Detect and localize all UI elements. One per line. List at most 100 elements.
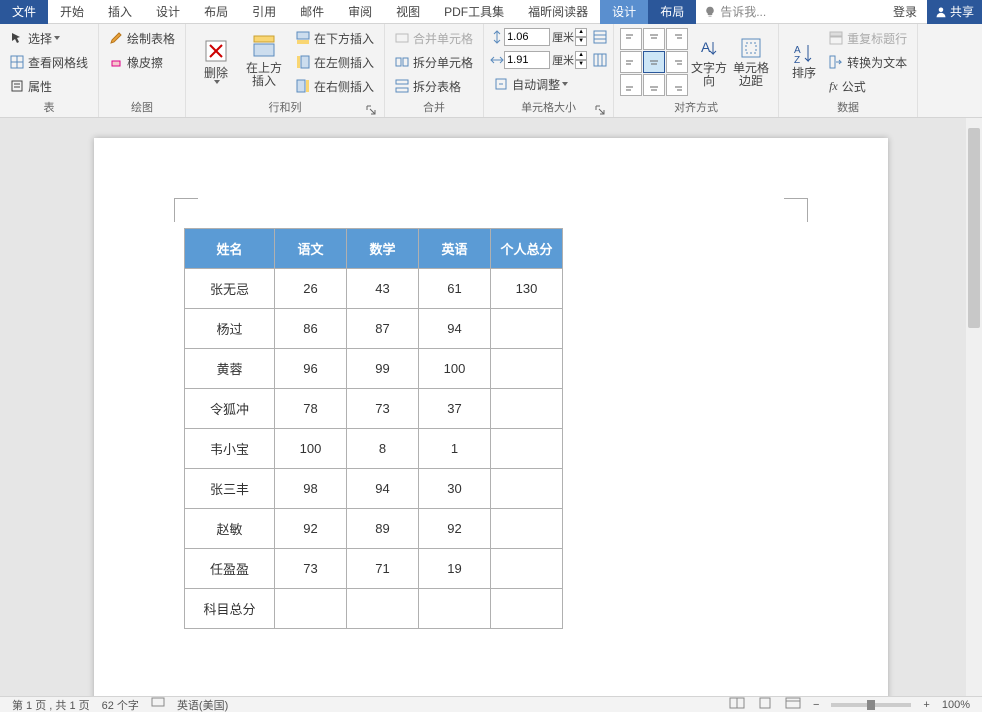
- zoom-out[interactable]: −: [807, 699, 825, 711]
- table-header[interactable]: 姓名: [185, 229, 275, 269]
- row-name[interactable]: 杨过: [185, 309, 275, 349]
- table-cell[interactable]: [491, 429, 563, 469]
- align-mr[interactable]: [666, 51, 688, 73]
- formula-button[interactable]: fx公式: [825, 75, 911, 97]
- insert-left-button[interactable]: 在左侧插入: [292, 51, 378, 73]
- table-cell[interactable]: 86: [275, 309, 347, 349]
- status-language[interactable]: 英语(美国): [171, 697, 234, 713]
- table-cell[interactable]: 94: [347, 469, 419, 509]
- table-row[interactable]: 张三丰989430: [185, 469, 563, 509]
- row-name[interactable]: 令狐冲: [185, 389, 275, 429]
- tab-foxit[interactable]: 福昕阅读器: [516, 0, 600, 24]
- table-cell[interactable]: 98: [275, 469, 347, 509]
- insert-above-button[interactable]: 在上方插入: [240, 27, 288, 93]
- table-cell[interactable]: [419, 589, 491, 629]
- table-cell[interactable]: 30: [419, 469, 491, 509]
- table-cell[interactable]: [491, 389, 563, 429]
- align-br[interactable]: [666, 74, 688, 96]
- tab-home[interactable]: 开始: [48, 0, 96, 24]
- insert-right-button[interactable]: 在右侧插入: [292, 75, 378, 97]
- dialog-launcher-icon[interactable]: [366, 105, 376, 115]
- view-web[interactable]: [779, 697, 807, 712]
- table-cell[interactable]: [491, 549, 563, 589]
- table-header[interactable]: 个人总分: [491, 229, 563, 269]
- col-width-input[interactable]: 厘米▲▼: [504, 50, 587, 70]
- table-cell[interactable]: [491, 469, 563, 509]
- table-row[interactable]: 杨过868794: [185, 309, 563, 349]
- align-ml[interactable]: [620, 51, 642, 73]
- table-row[interactable]: 赵敏928992: [185, 509, 563, 549]
- tab-file[interactable]: 文件: [0, 0, 48, 24]
- split-cells-button[interactable]: 拆分单元格: [391, 51, 477, 73]
- table-cell[interactable]: 92: [419, 509, 491, 549]
- table-cell[interactable]: 73: [275, 549, 347, 589]
- properties-button[interactable]: 属性: [6, 75, 92, 97]
- table-row[interactable]: 张无忌264361130: [185, 269, 563, 309]
- table-cell[interactable]: 99: [347, 349, 419, 389]
- document-area[interactable]: 姓名语文数学英语个人总分张无忌264361130杨过868794黄蓉969910…: [0, 118, 982, 696]
- table-row[interactable]: 韦小宝10081: [185, 429, 563, 469]
- tab-mailings[interactable]: 邮件: [288, 0, 336, 24]
- login-button[interactable]: 登录: [883, 3, 927, 20]
- table-header[interactable]: 语文: [275, 229, 347, 269]
- table-cell[interactable]: [491, 309, 563, 349]
- delete-button[interactable]: 删除: [192, 27, 240, 93]
- zoom-in[interactable]: +: [917, 699, 935, 711]
- sort-button[interactable]: AZ 排序: [785, 27, 823, 93]
- table-cell[interactable]: 8: [347, 429, 419, 469]
- table-cell[interactable]: [491, 509, 563, 549]
- data-table[interactable]: 姓名语文数学英语个人总分张无忌264361130杨过868794黄蓉969910…: [184, 228, 563, 629]
- table-row[interactable]: 任盈盈737119: [185, 549, 563, 589]
- text-direction-button[interactable]: A 文字方向: [688, 29, 730, 95]
- table-cell[interactable]: 43: [347, 269, 419, 309]
- tab-design[interactable]: 设计: [144, 0, 192, 24]
- share-button[interactable]: 共享: [927, 0, 982, 24]
- scrollbar-thumb[interactable]: [968, 128, 980, 328]
- table-cell[interactable]: [347, 589, 419, 629]
- eraser-button[interactable]: 橡皮擦: [105, 51, 179, 73]
- row-name[interactable]: 韦小宝: [185, 429, 275, 469]
- row-name[interactable]: 黄蓉: [185, 349, 275, 389]
- table-cell[interactable]: [491, 349, 563, 389]
- align-bl[interactable]: [620, 74, 642, 96]
- status-page[interactable]: 第 1 页 , 共 1 页: [6, 697, 96, 713]
- tab-review[interactable]: 审阅: [336, 0, 384, 24]
- table-cell[interactable]: 100: [275, 429, 347, 469]
- table-cell[interactable]: 73: [347, 389, 419, 429]
- align-tr[interactable]: [666, 28, 688, 50]
- table-row[interactable]: 科目总分: [185, 589, 563, 629]
- table-cell[interactable]: [491, 589, 563, 629]
- table-cell[interactable]: 61: [419, 269, 491, 309]
- zoom-slider[interactable]: [831, 703, 911, 707]
- align-bc[interactable]: [643, 74, 665, 96]
- merge-cells-button[interactable]: 合并单元格: [391, 27, 477, 49]
- draw-table-button[interactable]: 绘制表格: [105, 27, 179, 49]
- table-cell[interactable]: 1: [419, 429, 491, 469]
- autofit-button[interactable]: 自动调整: [490, 73, 607, 95]
- status-words[interactable]: 62 个字: [96, 697, 145, 713]
- dialog-launcher-icon[interactable]: [595, 105, 605, 115]
- table-cell[interactable]: 78: [275, 389, 347, 429]
- align-mc[interactable]: [643, 51, 665, 73]
- table-row[interactable]: 令狐冲787337: [185, 389, 563, 429]
- table-cell[interactable]: 96: [275, 349, 347, 389]
- table-row[interactable]: 黄蓉9699100: [185, 349, 563, 389]
- table-cell[interactable]: 26: [275, 269, 347, 309]
- distribute-cols-icon[interactable]: [593, 53, 607, 67]
- convert-text-button[interactable]: 转换为文本: [825, 51, 911, 73]
- view-print[interactable]: [751, 697, 779, 712]
- align-tc[interactable]: [643, 28, 665, 50]
- zoom-level[interactable]: 100%: [936, 699, 976, 711]
- table-cell[interactable]: [275, 589, 347, 629]
- tab-pdf[interactable]: PDF工具集: [432, 0, 516, 24]
- status-spellcheck[interactable]: [145, 697, 171, 712]
- vertical-scrollbar[interactable]: [966, 118, 982, 696]
- table-cell[interactable]: 87: [347, 309, 419, 349]
- table-cell[interactable]: 37: [419, 389, 491, 429]
- insert-below-button[interactable]: 在下方插入: [292, 27, 378, 49]
- tab-references[interactable]: 引用: [240, 0, 288, 24]
- table-cell[interactable]: 130: [491, 269, 563, 309]
- tab-table-design[interactable]: 设计: [600, 0, 648, 24]
- tell-me-search[interactable]: 告诉我...: [696, 3, 774, 20]
- table-header[interactable]: 数学: [347, 229, 419, 269]
